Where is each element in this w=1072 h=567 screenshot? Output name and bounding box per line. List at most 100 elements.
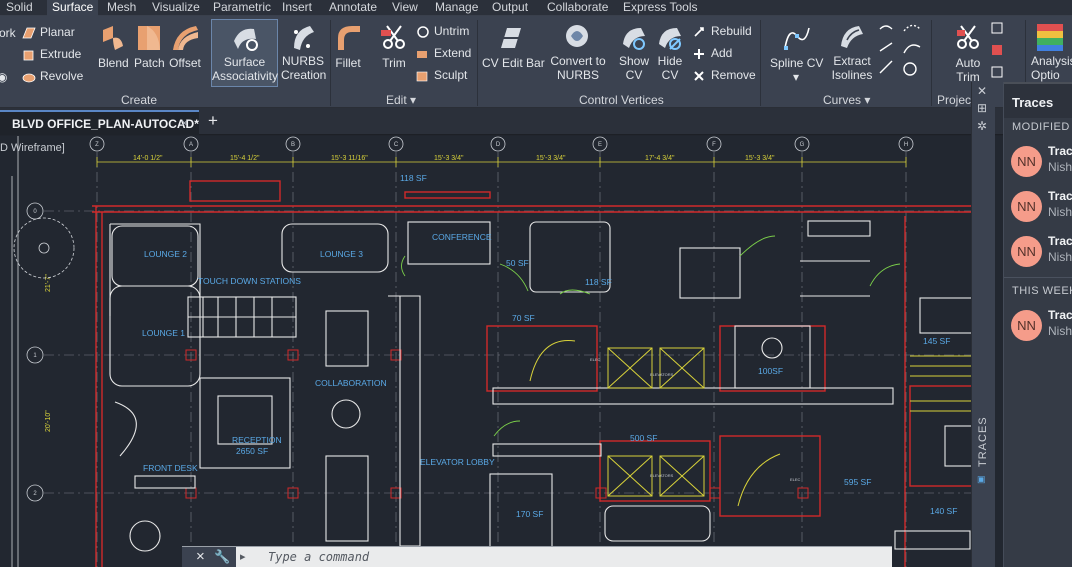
tab-manage[interactable]: Manage: [435, 0, 478, 16]
dim-label: 14'-0 1/2": [133, 155, 163, 162]
trace-author: Nish: [1048, 324, 1072, 338]
edit-group-label[interactable]: Edit ▾: [386, 93, 416, 107]
trace-author: Nish: [1048, 160, 1072, 174]
room-label: LOUNGE 1: [142, 328, 185, 338]
patch-label: Patch: [134, 56, 165, 70]
tab-annotate[interactable]: Annotate: [329, 0, 377, 16]
trace-list-item[interactable]: NN Trace Nish: [1004, 138, 1072, 182]
sculpt-label: Sculpt: [434, 68, 468, 82]
chevron-down-icon: ▾: [864, 93, 871, 107]
tab-surface[interactable]: Surface: [47, 0, 99, 16]
close-command-icon[interactable]: ×: [196, 548, 205, 565]
tab-parametric[interactable]: Parametric: [213, 0, 271, 16]
nurbs-label-1: NURBS: [281, 54, 324, 68]
fillet-button[interactable]: Fillet: [334, 22, 362, 70]
auto-trim-button[interactable]: Auto Trim: [950, 22, 986, 84]
surface-associativity-button[interactable]: Surface Associativity: [211, 19, 278, 87]
traces-image-icon[interactable]: ▣: [977, 474, 986, 485]
bubble-label: Z: [95, 142, 99, 148]
bubble-label: B: [291, 142, 295, 148]
document-tab-bar: BLVD OFFICE_PLAN-AUTOCAD* × +: [0, 108, 1072, 135]
trace-name: Trace: [1048, 144, 1072, 158]
spline-cv-button[interactable]: Spline CV ▾: [770, 22, 823, 84]
bubble-label: H: [904, 142, 908, 148]
dimension-labels: 14'-0 1/2" 15'-4 1/2" 15'-3 11/16" 15'-3…: [45, 155, 775, 432]
trace-list-item[interactable]: NN Trace Nish: [1004, 302, 1072, 346]
rebuild-button[interactable]: Rebuild: [693, 22, 752, 40]
untrim-button[interactable]: Untrim: [416, 22, 469, 40]
remove-cv-button[interactable]: Remove: [693, 66, 756, 84]
trace-list-item[interactable]: NN Trace Nish: [1004, 183, 1072, 227]
show-cv-button[interactable]: Show CV: [618, 22, 650, 82]
close-tab-icon[interactable]: ×: [181, 116, 188, 130]
bubble-label: A: [189, 142, 193, 148]
show-cv-label-2: CV: [625, 68, 643, 82]
column-markers: [185, 349, 809, 499]
close-traces-icon[interactable]: ✕: [977, 84, 987, 98]
tab-insert[interactable]: Insert: [282, 0, 312, 16]
gear-icon[interactable]: ✲: [977, 119, 987, 133]
trace-list-item[interactable]: NN Trace Nish: [1004, 228, 1072, 272]
planar-button[interactable]: Planar: [22, 23, 75, 41]
document-tab-title: BLVD OFFICE_PLAN-AUTOCAD*: [12, 117, 199, 131]
dim-label: 15'-4 1/2": [230, 155, 260, 162]
add-cv-button[interactable]: Add: [693, 44, 732, 62]
nurbs-creation-button[interactable]: NURBS Creation: [281, 22, 326, 82]
patch-button[interactable]: Patch: [134, 22, 165, 70]
small-label: ELEC: [790, 477, 801, 482]
room-label: LOUNGE 3: [320, 249, 363, 259]
network-button[interactable]: ork: [0, 24, 16, 42]
command-line[interactable]: × 🔧 ▸ Type a command: [182, 546, 892, 567]
tab-solid[interactable]: Solid: [6, 0, 33, 16]
command-input[interactable]: Type a command: [268, 550, 369, 564]
traces-vertical-label[interactable]: TRACES: [977, 416, 989, 467]
blend-icon: [103, 26, 123, 50]
room-label: 50 SF: [506, 258, 529, 268]
tab-collaborate[interactable]: Collaborate: [547, 0, 608, 16]
cv-edit-bar-button[interactable]: CV Edit Bar: [482, 22, 545, 70]
section-week-label: THIS WEEK: [1012, 285, 1072, 297]
tab-mesh[interactable]: Mesh: [107, 0, 136, 16]
tab-view[interactable]: View: [392, 0, 418, 16]
drawing-canvas[interactable]: 14'-0 1/2" 15'-4 1/2" 15'-3 11/16" 15'-3…: [0, 136, 1072, 567]
curve-tool-icons[interactable]: [878, 21, 932, 76]
convert-to-nurbs-button[interactable]: Convert to NURBS: [549, 22, 607, 82]
floor-plan-drawing[interactable]: 14'-0 1/2" 15'-4 1/2" 15'-3 11/16" 15'-3…: [0, 136, 973, 567]
extract-isolines-icon: [841, 26, 863, 48]
room-label: COLLABORATION: [315, 378, 387, 388]
analysis-options-button[interactable]: Analysis Optio: [1031, 22, 1072, 82]
project-tool-icons[interactable]: [990, 21, 1010, 78]
tab-output[interactable]: Output: [492, 0, 528, 16]
bubble-label: C: [394, 142, 399, 148]
offset-button[interactable]: Offset: [168, 22, 202, 70]
extract-isolines-button[interactable]: Extract Isolines: [829, 22, 875, 82]
tab-visualize[interactable]: Visualize: [152, 0, 200, 16]
revolve-button[interactable]: Revolve: [22, 67, 83, 85]
remove-cv-icon: [694, 71, 704, 81]
untrim-icon: [417, 26, 429, 38]
sculpt-button[interactable]: Sculpt: [416, 66, 467, 84]
section-divider: [1004, 277, 1072, 278]
dim-label: 15'-3 11/16": [331, 155, 368, 162]
untrim-label: Untrim: [434, 24, 470, 38]
trim-button[interactable]: Trim: [378, 22, 410, 70]
dim-label: 15'-3 3/4": [434, 155, 464, 162]
blend-button[interactable]: Blend: [98, 22, 129, 70]
curves-group-label[interactable]: Curves ▾: [823, 93, 870, 107]
document-tab[interactable]: BLVD OFFICE_PLAN-AUTOCAD* ×: [0, 110, 199, 135]
new-tab-icon[interactable]: +: [208, 111, 218, 131]
extrude-button[interactable]: Extrude: [22, 45, 81, 63]
tab-express-tools[interactable]: Express Tools: [623, 0, 697, 16]
project-tools-icon: [991, 22, 1003, 78]
extend-button[interactable]: Extend: [416, 44, 471, 62]
network-icon[interactable]: ◉: [0, 68, 7, 86]
small-label: ELEVATORS: [650, 473, 674, 478]
room-label: 170 SF: [516, 509, 543, 519]
viewport-visual-style-label[interactable]: D Wireframe]: [0, 142, 65, 154]
extract-label-2: Isolines: [831, 68, 873, 82]
pin-icon[interactable]: ⊞: [977, 101, 987, 115]
command-prompt-icon[interactable]: ▸: [240, 550, 246, 563]
bubble-label: F: [712, 142, 716, 148]
wrench-icon[interactable]: 🔧: [214, 549, 230, 565]
hide-cv-button[interactable]: Hide CV: [654, 22, 686, 82]
